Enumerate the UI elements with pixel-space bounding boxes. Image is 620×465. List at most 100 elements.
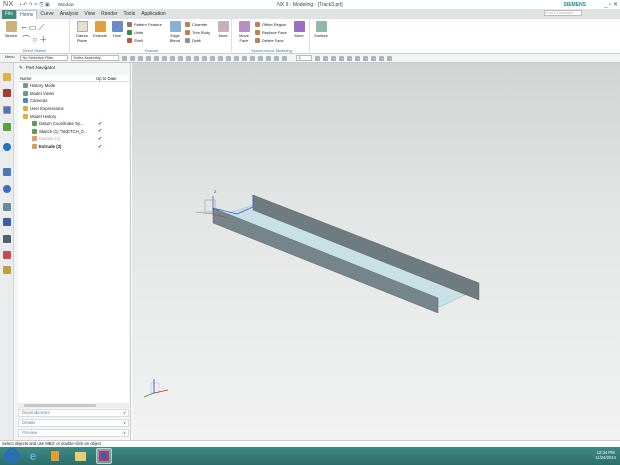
snap-icon[interactable] (273, 55, 279, 61)
horizontal-scrollbar[interactable] (18, 403, 129, 408)
view-icon[interactable] (338, 55, 344, 61)
tree-row[interactable]: Cameras (18, 97, 129, 105)
tab-analysis[interactable]: Analysis (57, 10, 82, 19)
snap-icon[interactable] (233, 55, 239, 61)
snap-icon[interactable] (193, 55, 199, 61)
snap-icon[interactable] (129, 55, 135, 61)
snap-icon[interactable] (153, 55, 159, 61)
file-explorer-icon[interactable] (72, 448, 88, 464)
tab-curve[interactable]: Curve (37, 10, 56, 19)
panel-details[interactable]: Details ∨ (18, 419, 129, 427)
tree-row[interactable]: Model History (18, 112, 129, 120)
snap-icon[interactable] (161, 55, 167, 61)
snap-icon[interactable] (201, 55, 207, 61)
window-controls[interactable]: _ ▫ ✕ (604, 1, 618, 8)
view-icon[interactable] (330, 55, 336, 61)
part-navigator-icon[interactable] (3, 106, 11, 114)
start-button[interactable] (4, 448, 20, 464)
view-icon[interactable] (346, 55, 352, 61)
draft-button[interactable]: Draft (185, 38, 201, 43)
selection-filter-dropdown[interactable]: No Selection Filter (19, 55, 68, 61)
model-view[interactable]: Z (132, 63, 620, 440)
feature-more-button[interactable]: More (214, 21, 232, 38)
column-up-to-date[interactable]: Up to Date (96, 76, 117, 81)
snap-icon[interactable] (265, 55, 271, 61)
tree-row[interactable]: Extrude (2) ✔ (18, 135, 129, 143)
snap-icon[interactable] (177, 55, 183, 61)
pin-icon[interactable]: ✎ (19, 65, 23, 71)
info-icon[interactable] (3, 143, 11, 151)
tree-row[interactable]: History Mode (18, 82, 129, 90)
tab-file[interactable]: File (2, 10, 17, 19)
process-studio-icon[interactable] (3, 203, 11, 211)
chamfer-button[interactable]: Chamfer (185, 22, 207, 27)
tab-view[interactable]: View (81, 10, 98, 19)
snap-icon[interactable] (225, 55, 231, 61)
snap-icon[interactable] (209, 55, 215, 61)
snap-icon[interactable] (121, 55, 127, 61)
trim-body-button[interactable]: Trim Body (185, 30, 210, 35)
system-scenes-icon[interactable] (3, 235, 11, 243)
snap-icon[interactable] (281, 55, 287, 61)
snap-icon[interactable] (137, 55, 143, 61)
media-player-icon[interactable] (47, 448, 63, 464)
pattern-feature-button[interactable]: Pattern Feature (127, 22, 162, 27)
tree-row[interactable]: Model Views (18, 90, 129, 98)
tab-application[interactable]: Application (138, 10, 168, 19)
assembly-navigator-icon[interactable] (3, 73, 11, 81)
nx-taskbar-icon[interactable] (96, 448, 112, 464)
snap-icon[interactable] (257, 55, 263, 61)
unite-button[interactable]: Unite (127, 30, 143, 35)
constraint-navigator-icon[interactable] (3, 89, 11, 97)
tree-row[interactable]: Extrude (3) ✔ (18, 143, 129, 151)
datum-plane-button[interactable]: Datum Plane (73, 21, 91, 43)
extrude-button[interactable]: Extrude (91, 21, 109, 38)
snap-icon[interactable] (249, 55, 255, 61)
sketch-button[interactable]: Sketch (2, 21, 20, 38)
view-icon[interactable] (354, 55, 360, 61)
panel-dependencies[interactable]: Dependencies ∨ (18, 409, 129, 417)
delete-face-button[interactable]: Delete Face (255, 38, 284, 43)
work-layer-dropdown[interactable]: 1 (295, 55, 312, 61)
history-icon[interactable] (3, 185, 11, 193)
panel-preview[interactable]: Preview ∨ (18, 429, 129, 437)
assembly-scope-dropdown[interactable]: Entire Assembly (70, 55, 119, 61)
view-icon[interactable] (314, 55, 320, 61)
view-icon[interactable] (378, 55, 384, 61)
shell-button[interactable]: Shell (127, 38, 143, 43)
reuse-library-icon[interactable] (3, 123, 11, 131)
tree-row[interactable]: User Expressions (18, 105, 129, 113)
internet-explorer-icon[interactable]: e (25, 448, 41, 464)
sketch-curve-tools[interactable]: ⌐ ▭ ⟋ ⌒ ○ ＋ (22, 22, 47, 46)
system-clock[interactable]: 12:34 PM 11/24/2014 (595, 450, 616, 460)
snap-icon[interactable] (185, 55, 191, 61)
snap-icon[interactable] (169, 55, 175, 61)
tab-home[interactable]: Home (16, 10, 38, 19)
tab-tools[interactable]: Tools (121, 10, 139, 19)
replace-face-button[interactable]: Replace Face (255, 30, 287, 35)
surface-button[interactable]: Surface (312, 21, 330, 38)
column-name[interactable]: Name (20, 76, 31, 81)
snap-icon[interactable] (145, 55, 151, 61)
menu-button[interactable]: Menu (3, 55, 17, 61)
tree-row[interactable]: Sketch (1) "SKETCH_0... ✔ (18, 128, 129, 136)
view-icon[interactable] (370, 55, 376, 61)
edge-blend-button[interactable]: Edge Blend (166, 21, 184, 43)
hole-button[interactable]: Hole (108, 21, 126, 38)
web-browser-icon[interactable] (3, 168, 11, 176)
roles-icon[interactable] (3, 218, 11, 226)
view-icon[interactable] (386, 55, 392, 61)
command-search-input[interactable]: Find a Command (544, 10, 582, 16)
sync-more-button[interactable]: More (290, 21, 308, 38)
training-icon[interactable] (3, 266, 11, 274)
palette-icon[interactable] (3, 251, 11, 259)
view-icon[interactable] (322, 55, 328, 61)
tree-row[interactable]: Datum Coordinate Sy... ✔ (18, 120, 129, 128)
snap-icon[interactable] (217, 55, 223, 61)
view-icon[interactable] (362, 55, 368, 61)
offset-region-button[interactable]: Offset Region (255, 22, 286, 27)
tab-render[interactable]: Render (98, 10, 120, 19)
snap-icon[interactable] (241, 55, 247, 61)
move-face-button[interactable]: Move Face (235, 21, 253, 43)
graphics-window[interactable]: Z (132, 63, 620, 440)
